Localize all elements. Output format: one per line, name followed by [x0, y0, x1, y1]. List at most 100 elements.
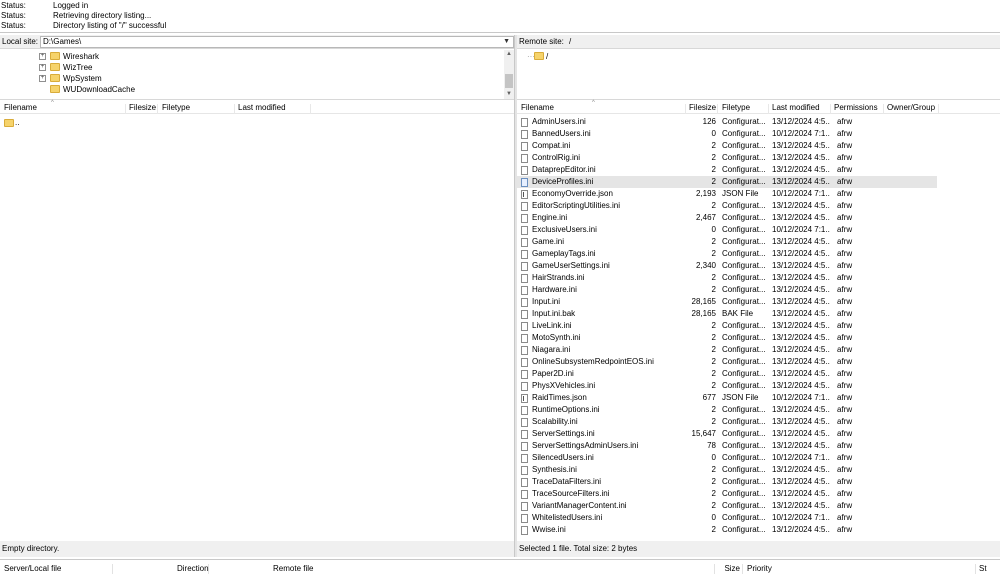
column-filesize[interactable]: Filesize [126, 104, 158, 114]
table-row[interactable]: TraceSourceFilters.ini 2 Configurat... 13/1… [517, 488, 937, 500]
expand-plus-icon[interactable]: + [39, 53, 46, 60]
local-file-list[interactable]: .. [0, 115, 514, 541]
file-permissions: afrw [837, 357, 853, 366]
local-path-combobox[interactable]: D:\Games\ ▼ [40, 36, 514, 48]
file-permissions: afrw [837, 501, 853, 510]
file-size: 0 [711, 129, 716, 138]
table-row[interactable]: LiveLink.ini 2 Configurat... 13/12/2024 4:5… [517, 320, 937, 332]
table-row[interactable]: BannedUsers.ini 0 Configurat... 10/12/2024 … [517, 128, 937, 140]
file-size: 0 [711, 513, 716, 522]
table-row[interactable]: EditorScriptingUtilities.ini 2 Configurat.… [517, 200, 937, 212]
table-row[interactable]: EconomyOverride.json 2,193 JSON File 10/12/… [517, 188, 937, 200]
queue-column-priority[interactable]: Priority [744, 564, 976, 574]
file-icon [521, 178, 528, 187]
table-row[interactable]: Scalability.ini 2 Configurat... 13/12/2024 … [517, 416, 937, 428]
file-permissions: afrw [837, 489, 853, 498]
expand-plus-icon[interactable]: + [39, 75, 46, 82]
file-name: GameUserSettings.ini [532, 261, 610, 270]
table-row[interactable]: SilencedUsers.ini 0 Configurat... 10/12/202… [517, 452, 937, 464]
file-type: Configurat... [722, 345, 766, 354]
table-row[interactable]: RuntimeOptions.ini 2 Configurat... 13/12/20… [517, 404, 937, 416]
table-row[interactable]: PhysXVehicles.ini 2 Configurat... 13/12/202… [517, 380, 937, 392]
local-site-label: Local site: [2, 37, 39, 46]
local-directory-tree[interactable]: + Wireshark + WizTree + WpSystem WUDownl… [0, 50, 514, 100]
column-last-modified[interactable]: Last modified [769, 104, 831, 114]
file-name: TraceSourceFilters.ini [532, 489, 610, 498]
queue-column-remote-file[interactable]: Remote file [270, 564, 715, 574]
column-filesize[interactable]: Filesize [686, 104, 718, 114]
scroll-thumb[interactable] [505, 74, 513, 88]
column-permissions[interactable]: Permissions [831, 104, 884, 114]
remote-file-list[interactable]: AdminUsers.ini 126 Configurat... 13/12/2024… [517, 115, 1000, 541]
table-row[interactable]: RaidTimes.json 677 JSON File 10/12/2024 7:1… [517, 392, 937, 404]
table-row[interactable]: WhitelistedUsers.ini 0 Configurat... 10/12/… [517, 512, 937, 524]
table-row[interactable]: Niagara.ini 2 Configurat... 13/12/2024 4:5.… [517, 344, 937, 356]
table-row[interactable]: VariantManagerContent.ini 2 Configurat... 1… [517, 500, 937, 512]
table-row[interactable]: AdminUsers.ini 126 Configurat... 13/12/2024… [517, 116, 937, 128]
file-size: 2,193 [695, 189, 716, 198]
table-row[interactable]: Compat.ini 2 Configurat... 13/12/2024 4:5..… [517, 140, 937, 152]
column-filetype[interactable]: Filetype [159, 104, 235, 114]
table-row[interactable]: GameplayTags.ini 2 Configurat... 13/12/2024… [517, 248, 937, 260]
file-icon [521, 478, 528, 487]
table-row[interactable]: Input.ini.bak 28,165 BAK File 13/12/2024 4:… [517, 308, 937, 320]
table-row[interactable]: HairStrands.ini 2 Configurat... 13/12/2024 … [517, 272, 937, 284]
log-label: Status: [1, 1, 26, 10]
queue-column-server-local-file[interactable]: Server/Local file [1, 564, 113, 574]
table-row[interactable]: Paper2D.ini 2 Configurat... 13/12/2024 4:5.… [517, 368, 937, 380]
file-permissions: afrw [837, 153, 853, 162]
transfer-queue[interactable]: Server/Local file Direction Remote file … [0, 559, 1000, 577]
tree-scrollbar[interactable]: ▲ ▼ [504, 50, 514, 99]
file-permissions: afrw [837, 417, 853, 426]
table-row[interactable]: ServerSettings.ini 15,647 Configurat... 13/… [517, 428, 937, 440]
file-name: Engine.ini [532, 213, 568, 222]
list-item[interactable]: .. [0, 117, 200, 129]
file-size: 2 [711, 525, 716, 534]
scroll-down-icon[interactable]: ▼ [505, 91, 513, 99]
file-permissions: afrw [837, 441, 853, 450]
table-row[interactable]: Engine.ini 2,467 Configurat... 13/12/2024 4… [517, 212, 937, 224]
table-row[interactable]: Input.ini 28,165 Configurat... 13/12/2024 4… [517, 296, 937, 308]
file-last-modified: 13/12/2024 4:5... [772, 177, 830, 186]
table-row[interactable]: Wwise.ini 2 Configurat... 13/12/2024 4:5...… [517, 524, 937, 536]
table-row[interactable]: TraceDataFilters.ini 2 Configurat... 13/12/… [517, 476, 937, 488]
table-row[interactable]: DataprepEditor.ini 2 Configurat... 13/12/20… [517, 164, 937, 176]
file-icon [521, 262, 528, 271]
file-type: Configurat... [722, 489, 766, 498]
column-filename[interactable]: Filename [518, 104, 686, 114]
table-row[interactable]: ControlRig.ini 2 Configurat... 13/12/2024 4… [517, 152, 937, 164]
file-icon [521, 454, 528, 463]
file-icon [521, 250, 528, 259]
table-row[interactable]: OnlineSubsystemRedpointEOS.ini 2 Configura… [517, 356, 937, 368]
column-filetype[interactable]: Filetype [719, 104, 769, 114]
chevron-down-icon[interactable]: ▼ [503, 37, 510, 47]
expand-plus-icon[interactable]: + [39, 64, 46, 71]
file-last-modified: 13/12/2024 4:5... [772, 261, 830, 270]
file-last-modified: 13/12/2024 4:5... [772, 441, 830, 450]
column-last-modified[interactable]: Last modified [235, 104, 311, 114]
column-filename[interactable]: Filename [1, 104, 126, 114]
scroll-up-icon[interactable]: ▲ [505, 51, 513, 59]
remote-path-combobox[interactable]: / [566, 36, 1000, 48]
table-row[interactable]: Game.ini 2 Configurat... 13/12/2024 4:5... a… [517, 236, 937, 248]
file-type: Configurat... [722, 201, 766, 210]
table-row[interactable]: ExclusiveUsers.ini 0 Configurat... 10/12/20… [517, 224, 937, 236]
file-last-modified: 13/12/2024 4:5... [772, 429, 830, 438]
remote-directory-tree[interactable]: ··· / [517, 50, 1000, 100]
table-row[interactable]: DeviceProfiles.ini 2 Configurat... 13/12/20… [517, 176, 937, 188]
file-size: 2 [711, 333, 716, 342]
table-row[interactable]: ServerSettingsAdminUsers.ini 78 Configurat… [517, 440, 937, 452]
file-permissions: afrw [837, 285, 853, 294]
file-permissions: afrw [837, 237, 853, 246]
queue-column-status[interactable]: St [976, 564, 1000, 574]
table-row[interactable]: Synthesis.ini 2 Configurat... 13/12/2024 4:… [517, 464, 937, 476]
table-row[interactable]: Hardware.ini 2 Configurat... 13/12/2024 4:5… [517, 284, 937, 296]
message-log[interactable]: Status: Logged in Status: Retrieving dir… [0, 0, 1000, 33]
file-icon [521, 202, 528, 211]
table-row[interactable]: MotoSynth.ini 2 Configurat... 13/12/2024 4:… [517, 332, 937, 344]
queue-column-direction[interactable]: Direction [113, 564, 209, 574]
queue-column-size[interactable]: Size [715, 564, 743, 574]
column-owner-group[interactable]: Owner/Group [884, 104, 939, 114]
file-size: 2 [711, 321, 716, 330]
table-row[interactable]: GameUserSettings.ini 2,340 Configurat... 13… [517, 260, 937, 272]
